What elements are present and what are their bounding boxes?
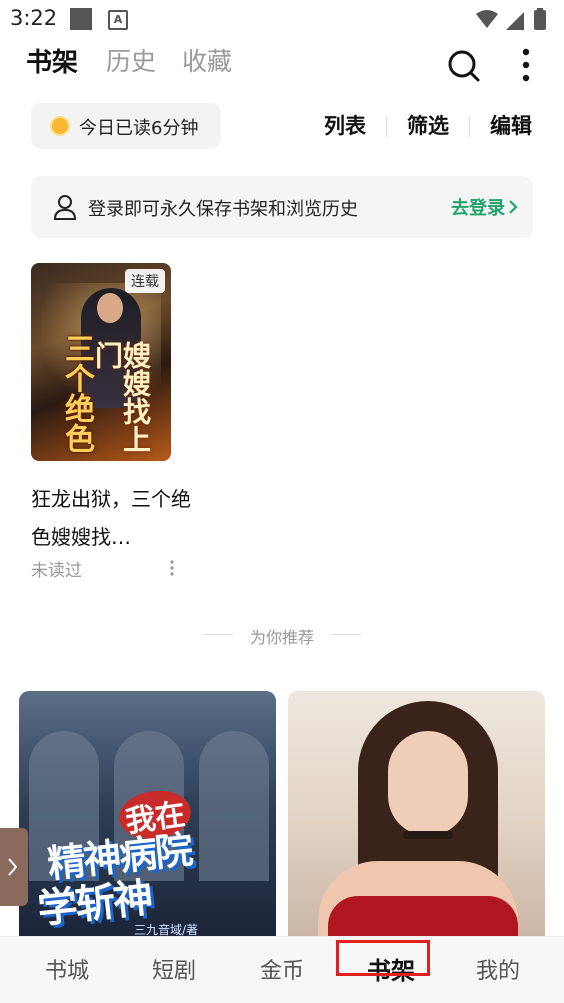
- filter-button[interactable]: 筛选: [407, 110, 449, 140]
- nav-bookstore[interactable]: 书城: [27, 953, 107, 985]
- signal-battery-icon: [476, 8, 546, 30]
- recommend-divider: 为你推荐: [0, 622, 564, 648]
- nav-coins[interactable]: 金币: [242, 953, 322, 985]
- login-banner[interactable]: 登录即可永久保存书架和浏览历史 去登录: [31, 176, 533, 238]
- chevron-right-icon: [509, 200, 518, 214]
- tab-bookshelf[interactable]: 书架: [26, 42, 78, 79]
- recommend-card[interactable]: [288, 691, 545, 951]
- shelf-actions: 列表 筛选 编辑: [324, 110, 534, 144]
- reading-time-pill[interactable]: 今日已读6分钟: [31, 103, 221, 149]
- side-expand-tab[interactable]: [0, 828, 28, 906]
- nav-highlight-box: [336, 940, 430, 976]
- user-icon: [53, 195, 77, 220]
- divider: [386, 117, 387, 137]
- book-title[interactable]: 狂龙出狱，三个绝色嫂嫂找…: [31, 480, 191, 556]
- recommend-card[interactable]: 我在 精神病院 学斩神 三九音域/著: [19, 691, 276, 951]
- notification-icon: [70, 8, 92, 30]
- login-link[interactable]: 去登录: [451, 194, 505, 220]
- nav-short-drama[interactable]: 短剧: [134, 953, 214, 985]
- notification-a-icon: A: [108, 10, 128, 30]
- tab-favorites[interactable]: 收藏: [182, 42, 232, 78]
- search-icon[interactable]: [446, 48, 482, 84]
- tab-history[interactable]: 历史: [106, 42, 156, 78]
- book-cover[interactable]: 嫂嫂找上门 三个绝色 连载: [31, 263, 171, 461]
- recommend-heading: 为你推荐: [249, 628, 314, 647]
- cover-lettering: 三个绝色: [59, 333, 94, 453]
- status-bar: 3:22 A: [0, 0, 564, 38]
- reading-time-text: 今日已读6分钟: [79, 118, 199, 139]
- cover-lettering: 嫂嫂找上门: [91, 341, 152, 453]
- chevron-right-icon: [8, 858, 18, 876]
- nav-mine[interactable]: 我的: [458, 953, 538, 985]
- book-more-icon[interactable]: [169, 559, 175, 577]
- book-read-status: 未读过: [31, 561, 82, 581]
- edit-button[interactable]: 编辑: [490, 110, 532, 140]
- bottom-nav: 书城 短剧 金币 书架 我的: [0, 936, 564, 1003]
- serial-badge: 连载: [125, 269, 165, 293]
- more-vertical-icon[interactable]: [512, 46, 540, 84]
- coin-icon: [50, 116, 70, 136]
- list-view-button[interactable]: 列表: [324, 110, 366, 140]
- status-time: 3:22: [10, 6, 58, 30]
- divider: [469, 117, 470, 137]
- login-prompt-text: 登录即可永久保存书架和浏览历史: [88, 199, 358, 220]
